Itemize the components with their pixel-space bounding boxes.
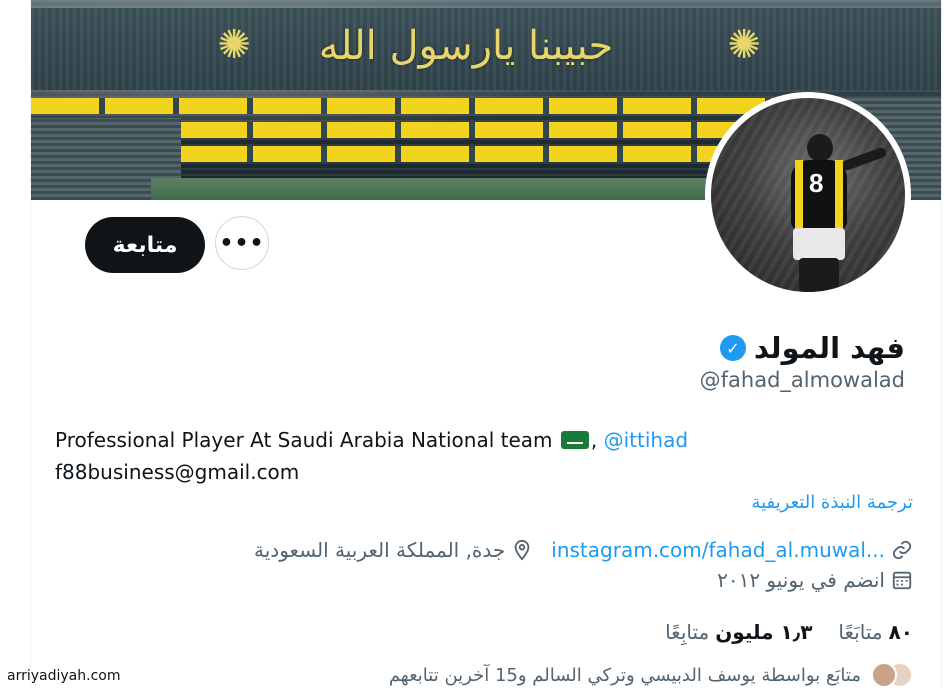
followers-count: ١٫٣ مليون (715, 620, 813, 644)
more-dots-icon: ••• (219, 230, 265, 256)
banner-ornament-icon: ✺ (727, 22, 761, 68)
banner-ornament-icon: ✺ (217, 22, 251, 68)
bio-line-1: Professional Player At Saudi Arabia Nati… (55, 424, 915, 456)
link-icon (892, 540, 912, 560)
jersey-stripe (835, 160, 843, 230)
avatar (871, 662, 897, 688)
followed-by-text: متابَع بواسطة يوسف الدبيسي وتركي السالم … (388, 664, 861, 686)
saudi-flag-icon (560, 431, 589, 449)
following-label: متابَعًا (838, 620, 883, 644)
followers-stat[interactable]: ١٫٣ مليون متابِعًا (665, 620, 812, 644)
profile-location-item: جدة, المملكة العربية السعودية (254, 538, 533, 562)
profile-bio: Professional Player At Saudi Arabia Nati… (55, 424, 915, 488)
following-count: ٨٠ (888, 620, 913, 644)
profile-card: ✺ ✺ حبيبنا يارسول الله 8 متابعة ••• فهد … (30, 0, 942, 688)
profile-link-item[interactable]: instagram.com/fahad_al.muwal... (551, 538, 913, 562)
player-shorts (793, 228, 845, 260)
verified-badge-icon[interactable]: ✓ (719, 335, 746, 361)
bio-email: f88business@gmail.com (55, 460, 300, 484)
translate-bio-link[interactable]: ترجمة النبذة التعريفية (751, 492, 913, 513)
more-options-button[interactable]: ••• (215, 216, 269, 270)
profile-link[interactable]: instagram.com/fahad_al.muwal... (551, 538, 885, 562)
followers-label: متابِعًا (665, 620, 710, 644)
profile-meta-row: instagram.com/fahad_al.muwal... جدة, الم… (254, 536, 913, 564)
profile-joined-date: انضم في يونيو ٢٠١٢ (717, 568, 885, 592)
bio-separator: , (590, 428, 604, 452)
followed-by-row[interactable]: متابَع بواسطة يوسف الدبيسي وتركي السالم … (389, 660, 913, 690)
display-name: فهد المولد (753, 331, 905, 365)
profile-joined-item: انضم في يونيو ٢٠١٢ (717, 568, 913, 592)
avatar-photo: 8 (711, 98, 905, 292)
bio-text: Professional Player At Saudi Arabia Nati… (55, 428, 559, 452)
follow-button[interactable]: متابعة (85, 217, 205, 273)
profile-avatar[interactable]: 8 (705, 92, 911, 298)
banner-pitch (151, 178, 751, 200)
site-watermark: arriyadiyah.com (4, 668, 124, 684)
bio-mention-link[interactable]: @ittihad (604, 428, 688, 452)
profile-location: جدة, المملكة العربية السعودية (254, 538, 506, 562)
following-stat[interactable]: ٨٠ متابَعًا (838, 620, 913, 644)
jersey-stripe (795, 160, 803, 230)
profile-joined-row: انضم في يونيو ٢٠١٢ (717, 566, 913, 594)
jersey-number: 8 (809, 168, 824, 198)
display-name-row: فهد المولد ✓ (719, 326, 905, 370)
followed-by-avatars (869, 662, 913, 688)
location-pin-icon (514, 539, 530, 561)
calendar-icon (892, 571, 912, 590)
banner-calligraphy: حبيبنا يارسول الله (318, 23, 614, 69)
follow-stats-row: ٨٠ متابَعًا ١٫٣ مليون متابِعًا (665, 616, 913, 648)
player-legs (799, 258, 839, 292)
player-head (807, 134, 833, 162)
user-handle: @fahad_almowalad (699, 368, 905, 392)
